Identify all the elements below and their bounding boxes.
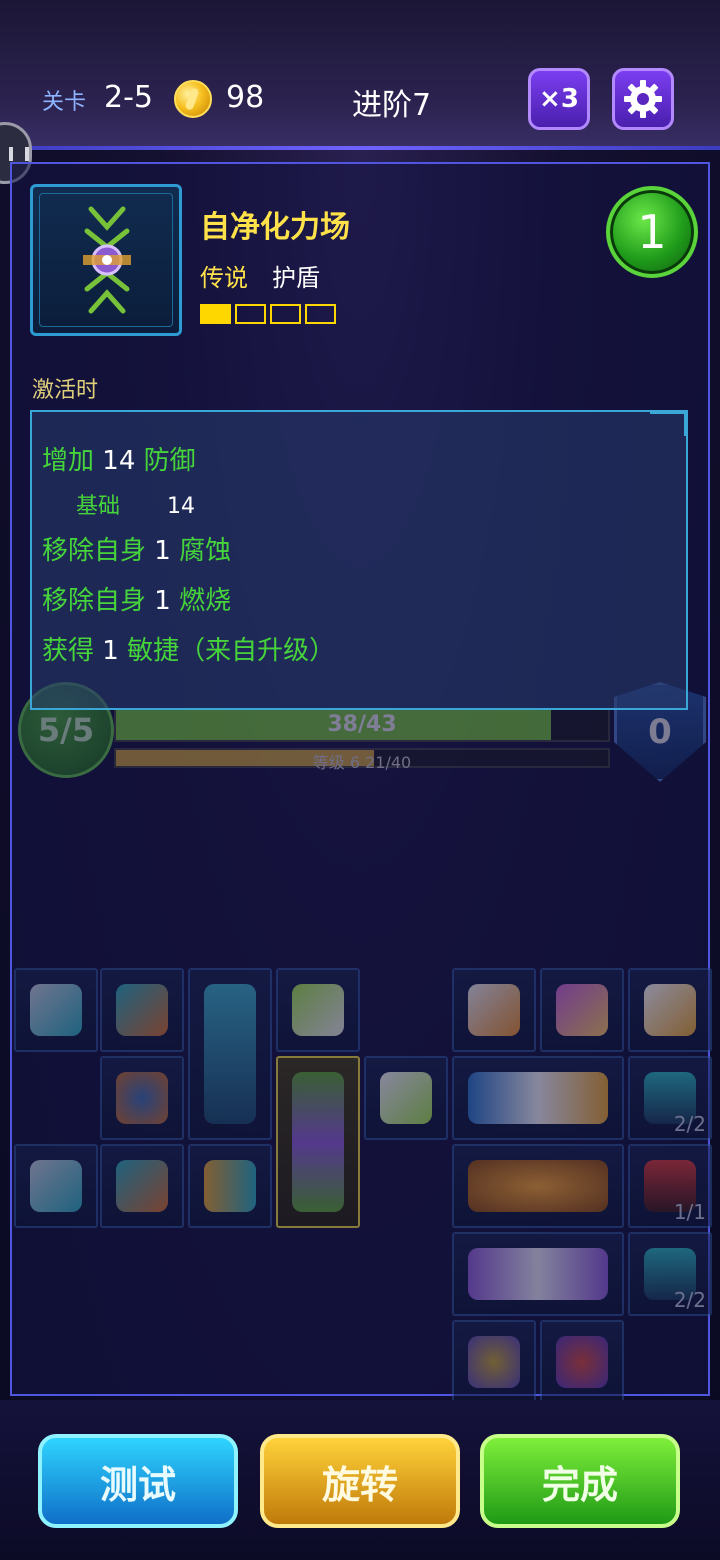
module-icon [204,1160,256,1212]
effect-prefix: 增加 [42,446,95,476]
crystal-icon [556,984,608,1036]
effect-suffix: 敏捷（来自升级） [127,636,336,666]
shield-field-icon [292,1072,344,1212]
inventory-slot[interactable] [188,968,272,1140]
inventory-slot[interactable] [452,968,536,1052]
slot-count: 2/2 [673,1288,706,1312]
inventory-slot[interactable] [540,968,624,1052]
module-icon [30,984,82,1036]
level-value: 2-5 [104,80,153,115]
effect-value: 1 [154,586,171,616]
module-icon [468,984,520,1036]
effect-value: 14 [102,446,136,476]
missile-icon [468,1072,608,1124]
xp-bar: 等级 6 21/40 [114,748,610,772]
top-hud: 关卡 2-5 98 进阶7 ×3 [0,0,720,150]
upgrade-pip-empty [270,304,301,324]
inventory-slot[interactable] [188,1144,272,1228]
settings-button[interactable] [612,68,674,130]
module-icon [380,1072,432,1124]
energy-value: 5/5 [37,711,95,749]
coin-count: 98 [226,80,265,115]
inventory-slot[interactable] [540,1320,624,1404]
effect-prefix: 基础 [76,494,121,519]
done-button-label: 完成 [541,1462,618,1507]
upgrade-pip-empty [305,304,336,324]
shield-value: 0 [648,712,672,752]
slot-count: 2/2 [673,1112,706,1136]
effect-prefix: 移除自身 [42,586,147,616]
effect-prefix: 移除自身 [42,536,147,566]
effect-value: 1 [154,536,171,566]
slot-count: 1/1 [673,1200,706,1224]
inventory-slot[interactable] [452,1056,624,1140]
inventory-slot[interactable] [452,1232,624,1316]
done-button[interactable]: 完成 [480,1434,680,1528]
item-name: 自净化力场 [200,210,350,245]
xp-text: 等级 6 21/40 [312,753,412,772]
item-type: 护盾 [272,264,320,292]
test-button-label: 测试 [99,1462,176,1507]
inventory-slot-selected[interactable] [276,1056,360,1228]
effect-line: 移除自身 1 腐蚀 [42,530,231,567]
effects-panel: 增加 14 防御 基础 14 移除自身 1 腐蚀 移除自身 1 燃烧 获得 1 … [30,410,688,710]
effect-value: 1 [102,636,119,666]
module-icon [30,1160,82,1212]
item-portrait [30,184,182,336]
hp-text: 38/43 [327,712,397,737]
effect-suffix: 燃烧 [179,586,232,616]
effect-line: 获得 1 敏捷（来自升级） [42,630,335,667]
inventory-slot[interactable] [100,1144,184,1228]
item-rarity: 传说 [200,264,248,292]
inventory-slot[interactable] [100,968,184,1052]
shield-field-icon [83,206,131,314]
inventory-slot[interactable]: 2/2 [628,1232,712,1316]
pillar-module-icon [204,984,256,1124]
effect-line: 移除自身 1 燃烧 [42,580,231,617]
gear-icon [624,80,662,118]
inventory-slot[interactable] [100,1056,184,1140]
inventory-slot[interactable]: 1/1 [628,1144,712,1228]
inventory-slot[interactable] [452,1320,536,1404]
effect-suffix: 腐蚀 [179,536,232,566]
inventory-slot[interactable] [276,968,360,1052]
rotate-button[interactable]: 旋转 [260,1434,460,1528]
energy-cost-value: 1 [637,205,667,259]
upgrade-pip-empty [235,304,266,324]
inventory-slot[interactable] [14,968,98,1052]
coin-icon [174,80,212,118]
hp-bar: 38/43 [114,708,610,742]
effect-prefix: 获得 [42,636,95,666]
inventory-slot[interactable] [452,1144,624,1228]
module-icon [116,1072,168,1124]
module-icon [556,1336,608,1388]
upgrade-level-pips [200,304,336,324]
inventory-grid: 2/2 1/1 2/2 [10,966,712,1404]
activate-label: 激活时 [32,378,99,403]
reactor-icon [468,1160,608,1212]
upgrade-pip-filled [200,304,231,324]
module-icon [292,984,344,1036]
speed-multiplier-label: ×3 [539,84,579,114]
effect-suffix: 防御 [143,446,196,476]
module-icon [644,984,696,1036]
module-icon [116,1160,168,1212]
inventory-slot[interactable] [628,968,712,1052]
tier-label: 进阶7 [352,88,432,123]
effect-value: 14 [167,494,196,519]
effect-line: 增加 14 防御 [42,440,196,477]
inventory-slot[interactable]: 2/2 [628,1056,712,1140]
rotate-button-label: 旋转 [321,1462,398,1507]
inventory-slot[interactable] [14,1144,98,1228]
inventory-slot[interactable] [364,1056,448,1140]
module-icon [116,984,168,1036]
energy-cost-badge: 1 [606,186,698,278]
effect-sub-line: 基础 14 [76,488,195,520]
module-icon [468,1336,520,1388]
module-icon [468,1248,608,1300]
test-button[interactable]: 测试 [38,1434,238,1528]
speed-multiplier-button[interactable]: ×3 [528,68,590,130]
level-label: 关卡 [42,90,87,115]
